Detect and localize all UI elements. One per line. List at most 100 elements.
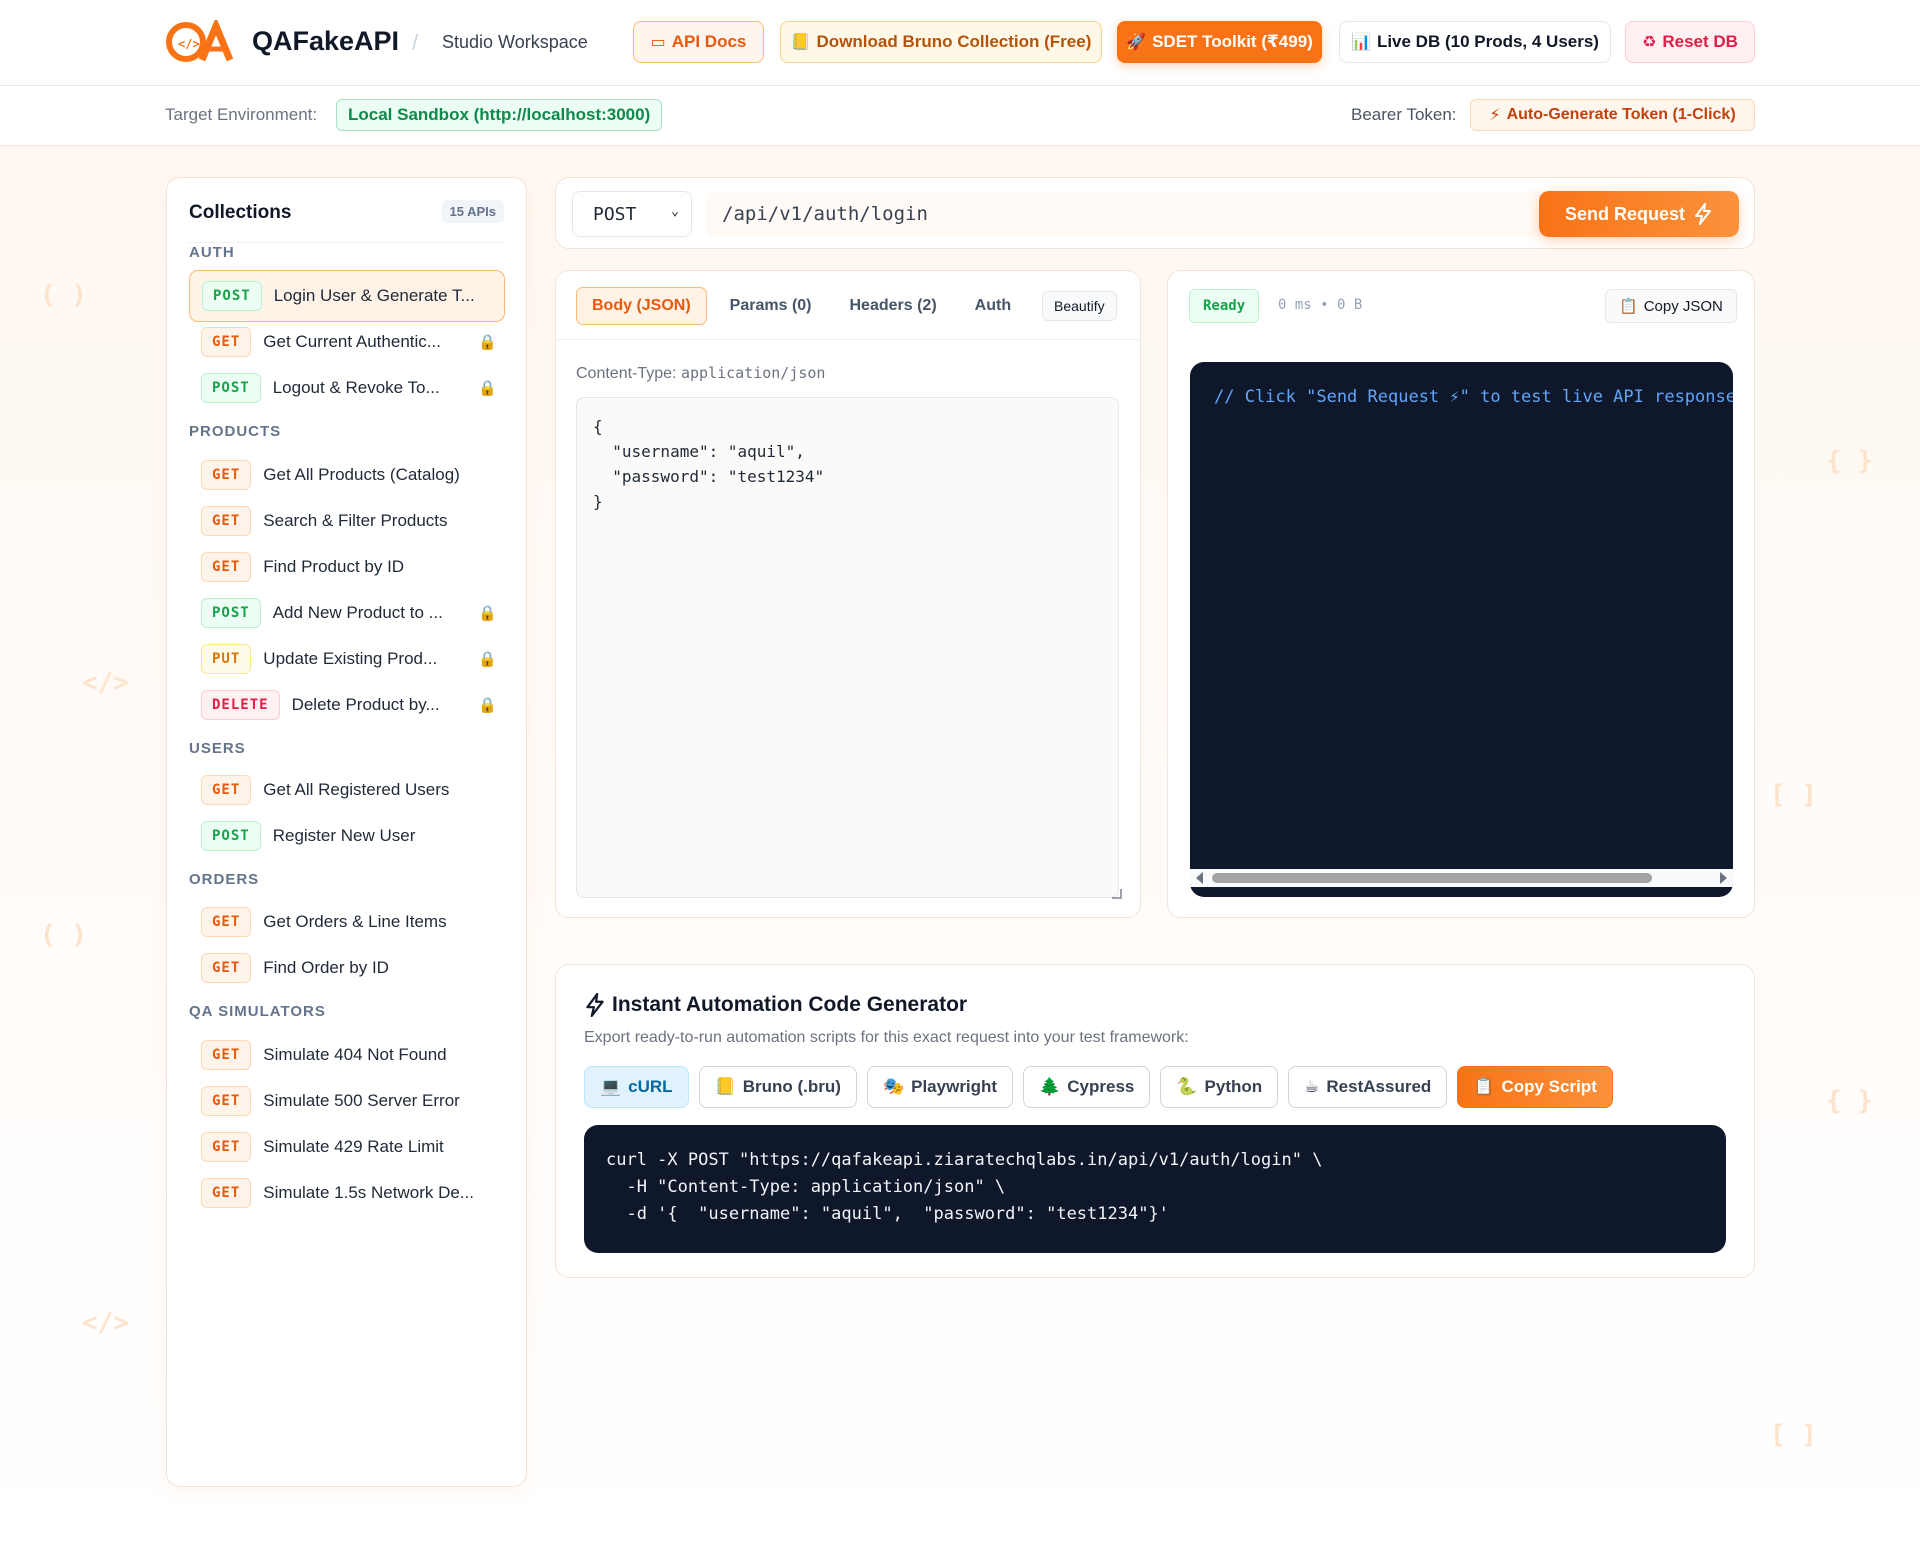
- method-badge: GET: [201, 552, 252, 582]
- method-badge: GET: [201, 1040, 252, 1070]
- method-badge: GET: [201, 506, 252, 536]
- sidebar-item[interactable]: GET Find Product by ID: [189, 541, 505, 593]
- request-url-bar: POST ⌄ /api/v1/auth/login Send Request: [555, 177, 1755, 249]
- framework-tab-playwright[interactable]: 🎭 Playwright: [866, 1066, 1014, 1108]
- sidebar-item-label: Simulate 1.5s Network De...: [263, 1183, 474, 1202]
- sidebar-section-users: USERS: [189, 740, 246, 757]
- sidebar-item[interactable]: POST Add New Product to ... 🔒: [189, 587, 505, 639]
- sidebar-item-label: Update Existing Prod...: [263, 649, 438, 668]
- framework-tab-label: Python: [1204, 1077, 1263, 1096]
- api-docs-button[interactable]: ▭ API Docs: [633, 21, 764, 63]
- framework-tab-cypress[interactable]: 🌲 Cypress: [1023, 1066, 1151, 1108]
- method-badge: GET: [201, 327, 252, 357]
- framework-icon: 🐍: [1176, 1077, 1198, 1096]
- recycle-icon: ♻: [1642, 34, 1657, 51]
- framework-icon: 🌲: [1039, 1077, 1061, 1096]
- sidebar-item[interactable]: GET Simulate 500 Server Error: [189, 1075, 505, 1127]
- top-navbar: </> QAFakeAPI / Studio Workspace ▭ API D…: [0, 0, 1920, 86]
- environment-bar: Target Environment: Local Sandbox (http:…: [0, 86, 1920, 146]
- sidebar-item[interactable]: GET Simulate 429 Rate Limit: [189, 1121, 505, 1173]
- framework-icon: 🎭: [882, 1077, 905, 1096]
- reset-db-button[interactable]: ♻ Reset DB: [1625, 21, 1755, 63]
- response-viewer: // Click "Send Request ⚡" to test live A…: [1190, 362, 1733, 897]
- lock-icon: 🔒: [478, 605, 497, 622]
- framework-tab-restassured[interactable]: ☕ RestAssured: [1288, 1066, 1448, 1108]
- framework-icon: 💻: [600, 1077, 622, 1096]
- sidebar-item[interactable]: PUT Update Existing Prod... 🔒: [189, 633, 505, 685]
- url-input[interactable]: /api/v1/auth/login: [706, 191, 1586, 237]
- tab-headers[interactable]: Headers (2): [835, 287, 952, 325]
- send-request-button[interactable]: Send Request: [1539, 191, 1739, 237]
- sidebar-item-label: Get All Products (Catalog): [263, 465, 460, 484]
- sidebar-item-label: Find Order by ID: [263, 958, 389, 977]
- code-generator-title-text: Instant Automation Code Generator: [612, 993, 968, 1016]
- method-select-value: POST: [593, 203, 637, 225]
- auto-generate-token-button[interactable]: ⚡ Auto-Generate Token (1-Click): [1470, 99, 1755, 131]
- lock-icon: 🔒: [478, 651, 497, 668]
- sidebar-item[interactable]: GET Get Current Authentic... 🔒: [189, 316, 505, 368]
- sdet-toolkit-button[interactable]: 🚀 SDET Toolkit (₹499): [1117, 21, 1322, 63]
- code-generator-panel: Instant Automation Code Generator Export…: [555, 964, 1755, 1278]
- bg-braces-deco: ( ): [40, 280, 87, 310]
- sidebar-item[interactable]: GET Get All Registered Users: [189, 764, 505, 816]
- brand-name: QAFakeAPI: [252, 26, 400, 56]
- request-panel: Body (JSON) Params (0) Headers (2) Auth …: [555, 270, 1141, 918]
- rocket-icon: 🚀: [1126, 34, 1147, 51]
- framework-tab-bruno-bru[interactable]: 📒 Bruno (.bru): [698, 1066, 857, 1108]
- live-db-button[interactable]: 📊 Live DB (10 Prods, 4 Users): [1339, 21, 1611, 63]
- sidebar-item[interactable]: POST Login User & Generate T...: [189, 270, 505, 322]
- brand-separator: /: [412, 30, 419, 55]
- sidebar-item[interactable]: GET Simulate 404 Not Found: [189, 1029, 505, 1081]
- code-generator-subtitle: Export ready-to-run automation scripts f…: [584, 1029, 1189, 1046]
- sidebar-item[interactable]: GET Get All Products (Catalog): [189, 449, 505, 501]
- scroll-right-icon[interactable]: [1720, 872, 1727, 884]
- beautify-button[interactable]: Beautify: [1042, 291, 1117, 321]
- scroll-left-icon[interactable]: [1196, 872, 1203, 884]
- reset-db-label: Reset DB: [1662, 32, 1738, 51]
- clipboard-icon: 📋: [1619, 298, 1638, 315]
- scrollbar-thumb[interactable]: [1212, 873, 1652, 883]
- framework-tabs: 💻 cURL 📒 Bruno (.bru) 🎭 Playwright 🌲 Cypress 🐍 Py…: [584, 1066, 1613, 1108]
- tabs-divider: [556, 339, 1140, 340]
- sidebar-item-label: Find Product by ID: [263, 557, 405, 576]
- framework-tab-curl[interactable]: 💻 cURL: [584, 1066, 689, 1108]
- framework-icon: 📒: [714, 1077, 736, 1096]
- sidebar-item[interactable]: GET Search & Filter Products: [189, 495, 505, 547]
- method-badge: POST: [201, 373, 261, 403]
- sidebar-item[interactable]: GET Find Order by ID: [189, 942, 505, 994]
- framework-tab-python[interactable]: 🐍 Python: [1160, 1066, 1279, 1108]
- api-count-badge: 15 APIs: [441, 200, 504, 223]
- method-badge: GET: [201, 775, 252, 805]
- method-badge: DELETE: [201, 690, 280, 720]
- tab-auth[interactable]: Auth: [960, 287, 1026, 325]
- sidebar-item[interactable]: GET Get Orders & Line Items: [189, 896, 505, 948]
- copy-script-button[interactable]: 📋 Copy Script: [1457, 1066, 1613, 1108]
- request-body-editor[interactable]: { "username": "aquil", "password": "test…: [576, 397, 1119, 898]
- lightning-icon: [1695, 203, 1712, 225]
- bg-curly-deco: { }: [1826, 446, 1873, 476]
- horizontal-scrollbar[interactable]: [1190, 869, 1733, 887]
- resize-handle-icon[interactable]: [1112, 889, 1122, 899]
- tab-body-json[interactable]: Body (JSON): [576, 287, 707, 325]
- sidebar-item-label: Get All Registered Users: [263, 780, 450, 799]
- qa-logo-icon: </>: [166, 20, 234, 62]
- book-icon: ▭: [650, 34, 666, 51]
- method-select[interactable]: POST ⌄: [572, 191, 692, 237]
- generated-code-block: curl -X POST "https://qafakeapi.ziaratec…: [584, 1125, 1726, 1253]
- clipboard-icon: 📋: [1473, 1077, 1495, 1096]
- target-env-selector[interactable]: Local Sandbox (http://localhost:3000): [336, 99, 663, 131]
- status-badge: Ready: [1189, 289, 1260, 323]
- method-badge: GET: [201, 953, 252, 983]
- content-type-label: Content-Type:: [576, 365, 677, 382]
- sidebar-item[interactable]: POST Register New User: [189, 810, 505, 862]
- content-type-value: application/json: [680, 364, 826, 382]
- download-bruno-button[interactable]: 📒 Download Bruno Collection (Free): [780, 21, 1102, 63]
- copy-json-button[interactable]: 📋 Copy JSON: [1605, 289, 1737, 323]
- auto-generate-token-label: Auto-Generate Token (1-Click): [1506, 106, 1736, 123]
- sidebar-item[interactable]: POST Logout & Revoke To... 🔒: [189, 362, 505, 414]
- method-badge: POST: [201, 821, 261, 851]
- tab-params[interactable]: Params (0): [715, 287, 827, 325]
- sidebar-item[interactable]: DELETE Delete Product by... 🔒: [189, 679, 505, 731]
- sidebar-item[interactable]: GET Simulate 1.5s Network De...: [189, 1167, 505, 1219]
- method-badge: POST: [202, 281, 262, 311]
